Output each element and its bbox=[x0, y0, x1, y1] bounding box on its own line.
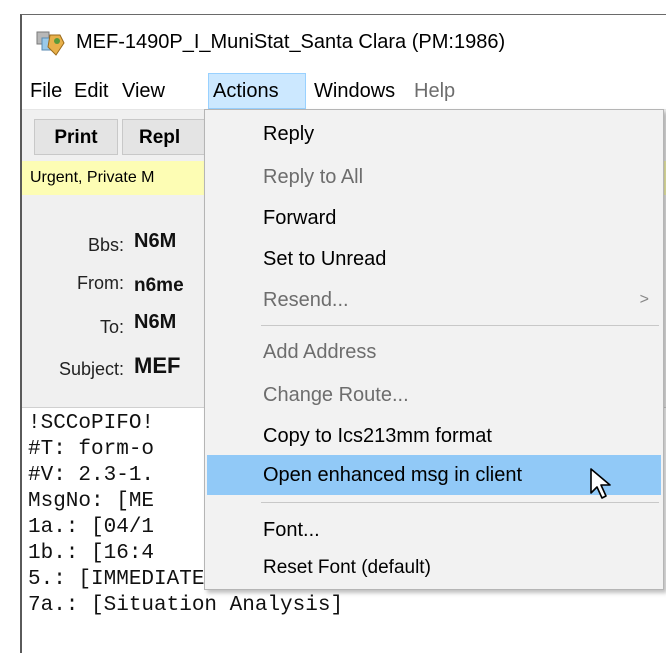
body-line: !SCCoPIFO! bbox=[28, 412, 155, 435]
menu-bar: File Edit View Actions Windows Help bbox=[22, 73, 666, 110]
body-line: 5.: [IMMEDIATE] bbox=[28, 568, 218, 591]
body-line: 1a.: [04/1 bbox=[28, 516, 155, 539]
menu-separator bbox=[261, 325, 659, 326]
menu-item-add-address[interactable]: Add Address bbox=[205, 334, 663, 370]
menu-item-reset-font[interactable]: Reset Font (default) bbox=[205, 550, 663, 586]
body-line: #T: form-o bbox=[28, 438, 155, 461]
subject-value[interactable]: MEF bbox=[134, 353, 180, 379]
print-button[interactable]: Print bbox=[34, 119, 118, 155]
subject-label: Subject: bbox=[58, 359, 124, 379]
menu-windows[interactable]: Windows bbox=[310, 73, 399, 109]
menu-item-reply-to-all[interactable]: Reply to All bbox=[205, 159, 663, 195]
menu-item-resend: Resend... bbox=[263, 289, 349, 311]
menu-separator bbox=[261, 502, 659, 503]
menu-file[interactable]: File bbox=[26, 73, 66, 109]
to-label: To: bbox=[99, 317, 124, 337]
menu-view[interactable]: View bbox=[118, 73, 169, 109]
menu-item-resend-row[interactable]: Resend... > bbox=[205, 282, 663, 318]
body-line: #V: 2.3-1. bbox=[28, 464, 155, 487]
body-line: 7a.: [Situation Analysis] bbox=[28, 594, 344, 617]
window-title: MEF-1490P_I_MuniStat_Santa Clara (PM:198… bbox=[76, 31, 506, 53]
bbs-label: Bbs: bbox=[87, 235, 124, 255]
menu-item-change-route[interactable]: Change Route... bbox=[205, 377, 663, 413]
chevron-right-icon: > bbox=[639, 291, 649, 308]
mouse-pointer-icon bbox=[589, 467, 619, 501]
to-value[interactable]: N6M bbox=[134, 311, 176, 334]
from-label: From: bbox=[77, 273, 124, 293]
from-value[interactable]: n6me bbox=[134, 275, 184, 297]
menu-item-font[interactable]: Font... bbox=[205, 512, 663, 548]
body-line: 1b.: [16:4 bbox=[28, 542, 155, 565]
actions-dropdown-menu: Reply Reply to All Forward Set to Unread… bbox=[204, 109, 664, 590]
body-line: MsgNo: [ME bbox=[28, 490, 155, 513]
title-bar: MEF-1490P_I_MuniStat_Santa Clara (PM:198… bbox=[22, 15, 666, 73]
menu-actions[interactable]: Actions bbox=[208, 73, 306, 109]
reply-button[interactable]: Repl bbox=[122, 119, 212, 155]
menu-item-copy-to-ics213mm[interactable]: Copy to Ics213mm format bbox=[205, 418, 663, 454]
menu-help[interactable]: Help bbox=[410, 73, 459, 109]
menu-item-forward[interactable]: Forward bbox=[205, 200, 663, 236]
menu-item-reply[interactable]: Reply bbox=[205, 116, 663, 152]
menu-item-set-to-unread[interactable]: Set to Unread bbox=[205, 241, 663, 277]
app-icon bbox=[36, 29, 66, 57]
bbs-value[interactable]: N6M bbox=[134, 230, 176, 253]
menu-edit[interactable]: Edit bbox=[70, 73, 112, 109]
